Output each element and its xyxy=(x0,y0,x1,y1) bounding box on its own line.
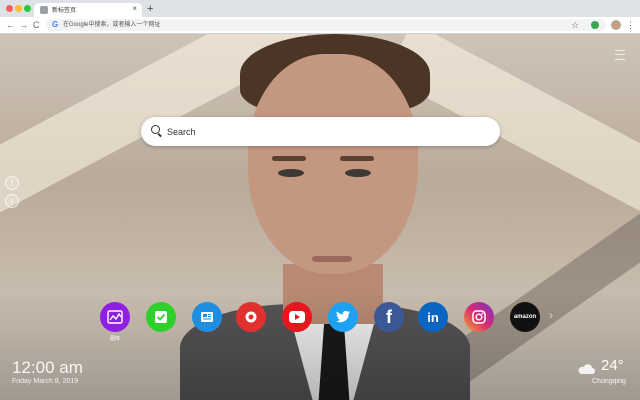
tab-new-tab[interactable]: 新标签页 × xyxy=(34,3,142,17)
browser-toolbar: ← → C G 在Google中搜索，或者输入一个网址 ☆ ⋮ xyxy=(0,17,640,34)
weather-city: Chongqing xyxy=(592,378,626,385)
cloud-icon xyxy=(578,364,595,374)
checklist-icon xyxy=(155,311,167,323)
hamburger-menu-icon[interactable] xyxy=(615,50,625,60)
shortcut-twitter[interactable] xyxy=(328,302,358,332)
news-icon xyxy=(201,312,213,322)
new-tab-page: f t 图库 xyxy=(0,34,640,400)
tab-title: 新标签页 xyxy=(52,8,77,14)
new-tab-button[interactable]: + xyxy=(147,3,153,15)
facebook-icon: f xyxy=(386,306,392,327)
bookmark-star-icon[interactable]: ☆ xyxy=(571,19,579,31)
back-button[interactable]: ← xyxy=(6,19,15,31)
amazon-icon: amazon xyxy=(513,314,537,320)
youtube-icon xyxy=(289,311,305,323)
shortcut-instagram[interactable] xyxy=(464,302,494,332)
address-bar[interactable]: G 在Google中搜索，或者输入一个网址 xyxy=(46,19,606,31)
extension-icon[interactable] xyxy=(591,21,599,29)
twitter-share-icon[interactable]: t xyxy=(5,194,19,208)
twitter-bird-icon xyxy=(336,310,350,323)
shortcut-amazon[interactable]: amazon xyxy=(510,302,540,332)
browser-chrome: 新标签页 × + ← → C G 在Google中搜索，或者输入一个网址 ☆ ⋮ xyxy=(0,0,640,34)
shortcut-games[interactable] xyxy=(236,302,266,332)
gallery-icon xyxy=(107,310,123,324)
linkedin-icon: in xyxy=(427,309,439,325)
background-overlay xyxy=(0,34,640,400)
search-icon[interactable] xyxy=(151,125,160,134)
shortcut-tasks[interactable] xyxy=(146,302,176,332)
close-window-button[interactable] xyxy=(6,5,13,12)
google-icon: G xyxy=(52,20,59,29)
shortcut-news[interactable] xyxy=(192,302,222,332)
minimize-window-button[interactable] xyxy=(15,5,22,12)
maximize-window-button[interactable] xyxy=(24,5,31,12)
reload-button[interactable]: C xyxy=(33,19,40,31)
page-icon xyxy=(40,6,48,14)
search-box[interactable] xyxy=(141,117,500,146)
game-controller-icon xyxy=(245,311,257,323)
clock-time: 12:00 am xyxy=(12,358,83,377)
clock-date: Friday March 8, 2019 xyxy=(12,378,79,385)
shortcut-facebook[interactable]: f xyxy=(374,302,404,332)
profile-avatar[interactable] xyxy=(611,20,621,30)
close-tab-icon[interactable]: × xyxy=(132,4,137,14)
next-shortcuts-arrow-icon[interactable]: › xyxy=(549,308,553,322)
facebook-share-icon[interactable]: f xyxy=(5,176,19,190)
shortcut-linkedin[interactable]: in xyxy=(418,302,448,332)
shortcut-gallery[interactable] xyxy=(100,302,130,332)
weather-temperature: 24° xyxy=(601,357,624,374)
address-placeholder[interactable]: 在Google中搜索，或者输入一个网址 xyxy=(63,21,160,29)
tab-strip: 新标签页 × + xyxy=(0,0,640,17)
shortcut-youtube[interactable] xyxy=(282,302,312,332)
shortcut-gallery-label: 图库 xyxy=(109,336,120,342)
forward-button[interactable]: → xyxy=(19,19,28,31)
search-input[interactable] xyxy=(165,122,489,142)
browser-menu-icon[interactable]: ⋮ xyxy=(626,19,635,31)
instagram-icon xyxy=(472,310,486,324)
